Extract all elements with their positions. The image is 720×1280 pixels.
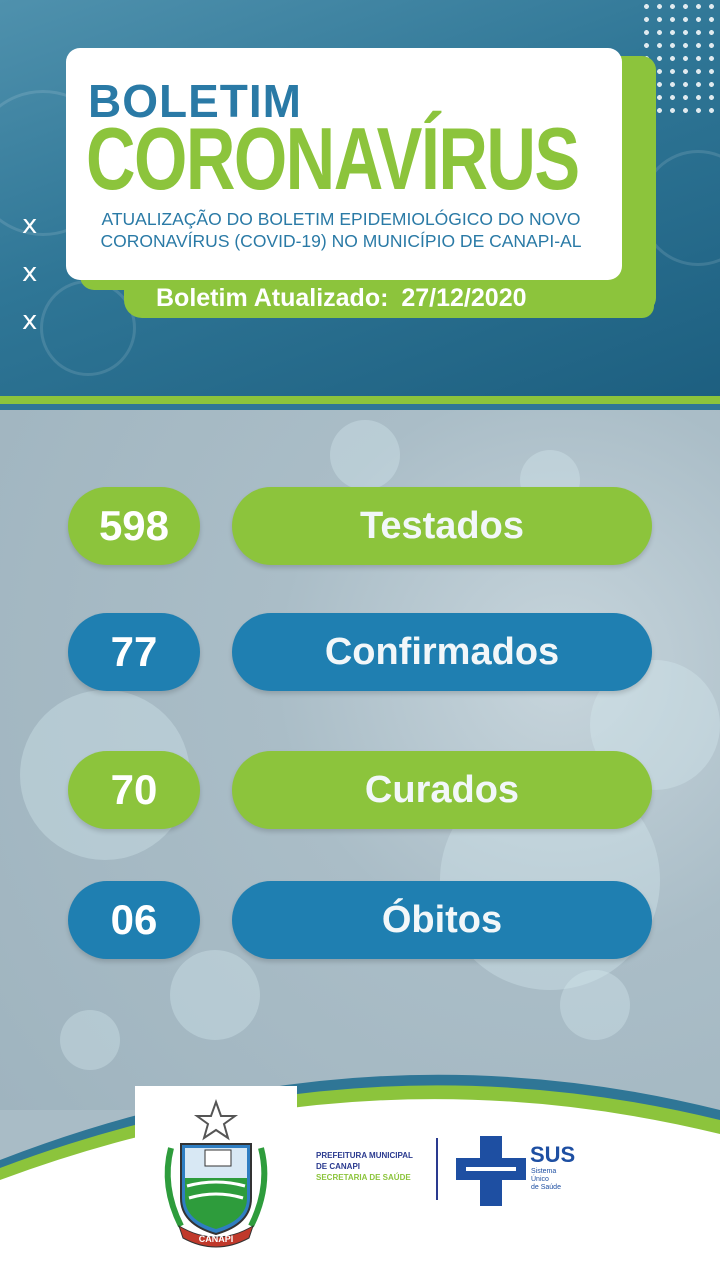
sus-title: SUS — [530, 1142, 576, 1167]
prefeitura-line: PREFEITURA MUNICIPAL — [316, 1151, 413, 1160]
stat-value-testados: 598 — [68, 487, 200, 565]
virus-decoration — [330, 420, 400, 490]
stat-label-testados: Testados — [232, 487, 652, 565]
updated-date: 27/12/2020 — [401, 284, 527, 312]
stat-label-obitos: Óbitos — [232, 881, 652, 959]
side-mark: x — [22, 306, 38, 336]
title-coronavirus: CORONAVÍRUS — [86, 109, 580, 208]
stat-row-confirmados: 77 Confirmados — [0, 613, 720, 693]
stat-row-obitos: 06 Óbitos — [0, 881, 720, 961]
secretaria-line: SECRETARIA DE SAÚDE — [316, 1173, 411, 1182]
stat-value-confirmados: 77 — [68, 613, 200, 691]
prefeitura-text: PREFEITURA MUNICIPAL DE CANAPI SECRETARI… — [316, 1150, 428, 1183]
sus-subtitle-line: Sistema — [531, 1168, 557, 1175]
virus-decoration — [170, 950, 260, 1040]
sus-cross-icon — [456, 1136, 526, 1206]
side-mark: x — [22, 258, 38, 288]
canapi-crest: CANAPI — [135, 1086, 297, 1254]
virus-decoration — [560, 970, 630, 1040]
subtitle-line: CORONAVÍRUS (COVID-19) NO MUNICÍPIO DE C… — [100, 231, 582, 251]
virus-decoration — [40, 280, 136, 376]
updated-text: Boletim Atualizado: 27/12/2020 — [156, 284, 527, 313]
crest-emblem-icon: CANAPI — [164, 1099, 268, 1248]
stat-label-curados: Curados — [232, 751, 652, 829]
subtitle-line: ATUALIZAÇÃO DO BOLETIM EPIDEMIOLÓGICO DO… — [101, 209, 581, 229]
updated-label: Boletim Atualizado: — [156, 284, 389, 312]
sus-subtitle: Sistema Único de Saúde — [531, 1168, 591, 1192]
subtitle: ATUALIZAÇÃO DO BOLETIM EPIDEMIOLÓGICO DO… — [76, 208, 606, 252]
sus-subtitle-line: Único — [531, 1176, 549, 1183]
logo-divider — [436, 1138, 438, 1200]
prefeitura-line: DE CANAPI — [316, 1162, 361, 1171]
sus-subtitle-line: de Saúde — [531, 1184, 561, 1191]
stat-label-confirmados: Confirmados — [232, 613, 652, 691]
stat-row-testados: 598 Testados — [0, 487, 720, 567]
side-mark: x — [22, 210, 38, 240]
stat-value-obitos: 06 — [68, 881, 200, 959]
header-divider — [0, 396, 720, 404]
crest-text: CANAPI — [199, 1234, 234, 1244]
stat-row-curados: 70 Curados — [0, 751, 720, 831]
title-card-accent — [620, 56, 656, 312]
stat-value-curados: 70 — [68, 751, 200, 829]
